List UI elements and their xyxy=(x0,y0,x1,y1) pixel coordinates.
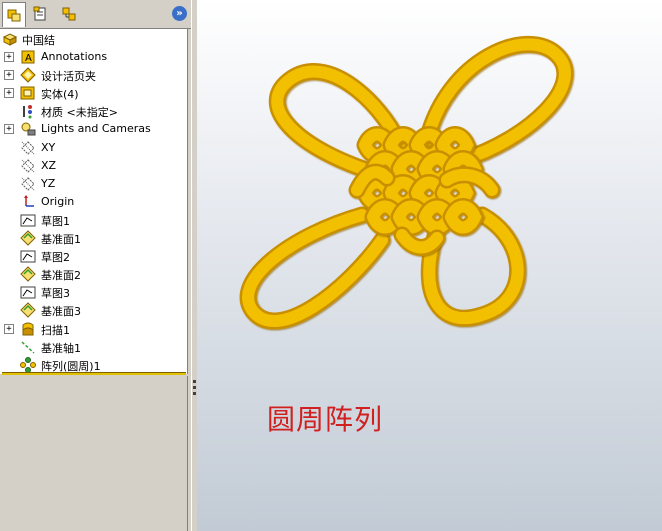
sweep-icon xyxy=(22,322,34,335)
tree-item-label: 基准面3 xyxy=(41,305,81,319)
tree-item[interactable]: + Lights and Cameras xyxy=(0,120,187,138)
tree-item-label: XY xyxy=(41,140,56,154)
svg-text:A: A xyxy=(25,53,32,64)
tree-item-label: 实体(4) xyxy=(41,88,79,102)
feature-manager-panel: » 中国结 + A Annotations + 设计活页夹 + 实体(4) 材质 <未指定> +… xyxy=(0,0,191,531)
sketch-icon xyxy=(20,250,36,263)
feature-tree: 中国结 + A Annotations + 设计活页夹 + 实体(4) 材质 <未指定> + Li… xyxy=(0,29,188,374)
tab-configuration-manager[interactable] xyxy=(58,3,80,25)
tree-root[interactable]: 中国结 xyxy=(0,30,187,48)
origin-icon xyxy=(24,194,34,207)
tree-item[interactable]: + 扫描1 xyxy=(0,320,187,338)
tree-item[interactable]: YZ xyxy=(0,175,187,193)
tree-item[interactable]: + 实体(4) xyxy=(0,84,187,102)
tree-item[interactable]: 基准面1 xyxy=(0,229,187,247)
plane-icon xyxy=(21,140,35,155)
tree-item[interactable]: 基准面3 xyxy=(0,301,187,319)
expand-toggle-icon[interactable]: + xyxy=(4,52,14,62)
panel-tab-bar: » xyxy=(0,0,191,29)
sketch-icon xyxy=(20,214,36,227)
tree-item[interactable]: Origin xyxy=(0,193,187,211)
tree-root-label: 中国结 xyxy=(22,34,55,47)
tree-item-label: 材质 <未指定> xyxy=(41,106,118,120)
expand-panel-button[interactable]: » xyxy=(172,6,187,21)
tree-item-label: 基准轴1 xyxy=(41,341,81,355)
configuration-icon xyxy=(62,7,76,21)
tree-item[interactable]: XZ xyxy=(0,157,187,175)
property-icon xyxy=(33,6,46,21)
tree-item-label: 草图3 xyxy=(41,287,70,301)
reference-plane-icon xyxy=(20,230,36,246)
material-icon xyxy=(23,105,32,119)
plane-icon xyxy=(21,176,35,191)
tab-feature-manager[interactable] xyxy=(2,2,26,27)
tree-item-label: 扫描1 xyxy=(41,323,70,337)
axis-icon xyxy=(21,341,35,354)
annotations-icon: A xyxy=(21,50,35,64)
tab-property-manager[interactable] xyxy=(29,3,51,25)
lights-cameras-icon xyxy=(21,122,36,136)
tree-item-label: 基准面2 xyxy=(41,269,81,283)
knot-weave-segment-highlight xyxy=(445,200,482,234)
graphics-area[interactable]: 圆周阵列 xyxy=(197,0,662,531)
reference-plane-icon xyxy=(20,302,36,319)
tree-item[interactable]: 材质 <未指定> xyxy=(0,102,187,120)
tree-item[interactable]: 草图3 xyxy=(0,283,187,301)
plane-icon xyxy=(21,158,35,173)
rollback-bar[interactable] xyxy=(2,372,186,375)
tree-item-label: YZ xyxy=(41,176,56,190)
tree-item[interactable]: + A Annotations xyxy=(0,48,187,66)
part-icon xyxy=(2,33,18,46)
solid-bodies-icon xyxy=(20,86,35,100)
tree-item-label: 基准面1 xyxy=(41,233,81,246)
tree-item[interactable]: + 设计活页夹 xyxy=(0,66,187,84)
tree-item-label: Annotations xyxy=(41,50,108,63)
tree-item-label: Lights and Cameras xyxy=(41,122,151,136)
tree-item-label: 草图2 xyxy=(41,251,70,265)
expand-toggle-icon[interactable]: + xyxy=(4,323,14,334)
sketch-icon xyxy=(20,286,36,299)
tree-item-label: Origin xyxy=(41,194,75,208)
tree-item-label: 设计活页夹 xyxy=(41,70,96,84)
expand-toggle-icon[interactable]: + xyxy=(4,70,14,81)
feature-tree-icon xyxy=(7,9,21,22)
chinese-knot-model xyxy=(239,35,574,330)
tree-item[interactable]: 草图1 xyxy=(0,211,187,229)
circular-pattern-icon xyxy=(20,356,36,373)
panel-empty-area xyxy=(0,376,188,531)
tree-item[interactable]: 基准面2 xyxy=(0,265,187,283)
knot-loop-bottom-left-highlight xyxy=(242,209,388,328)
tree-item[interactable]: XY xyxy=(0,139,187,157)
tree-item[interactable]: 阵列(圆周)1 xyxy=(0,356,187,374)
expand-toggle-icon[interactable]: + xyxy=(4,124,14,135)
expand-toggle-icon[interactable]: + xyxy=(4,88,14,99)
tree-item[interactable]: 草图2 xyxy=(0,247,187,265)
tree-item-label: XZ xyxy=(41,158,57,172)
design-binder-icon xyxy=(20,67,36,83)
tree-item[interactable]: 基准轴1 xyxy=(0,338,187,356)
tree-item-label: 草图1 xyxy=(41,214,70,228)
viewport-caption: 圆周阵列 xyxy=(267,403,384,436)
reference-plane-icon xyxy=(20,266,36,282)
